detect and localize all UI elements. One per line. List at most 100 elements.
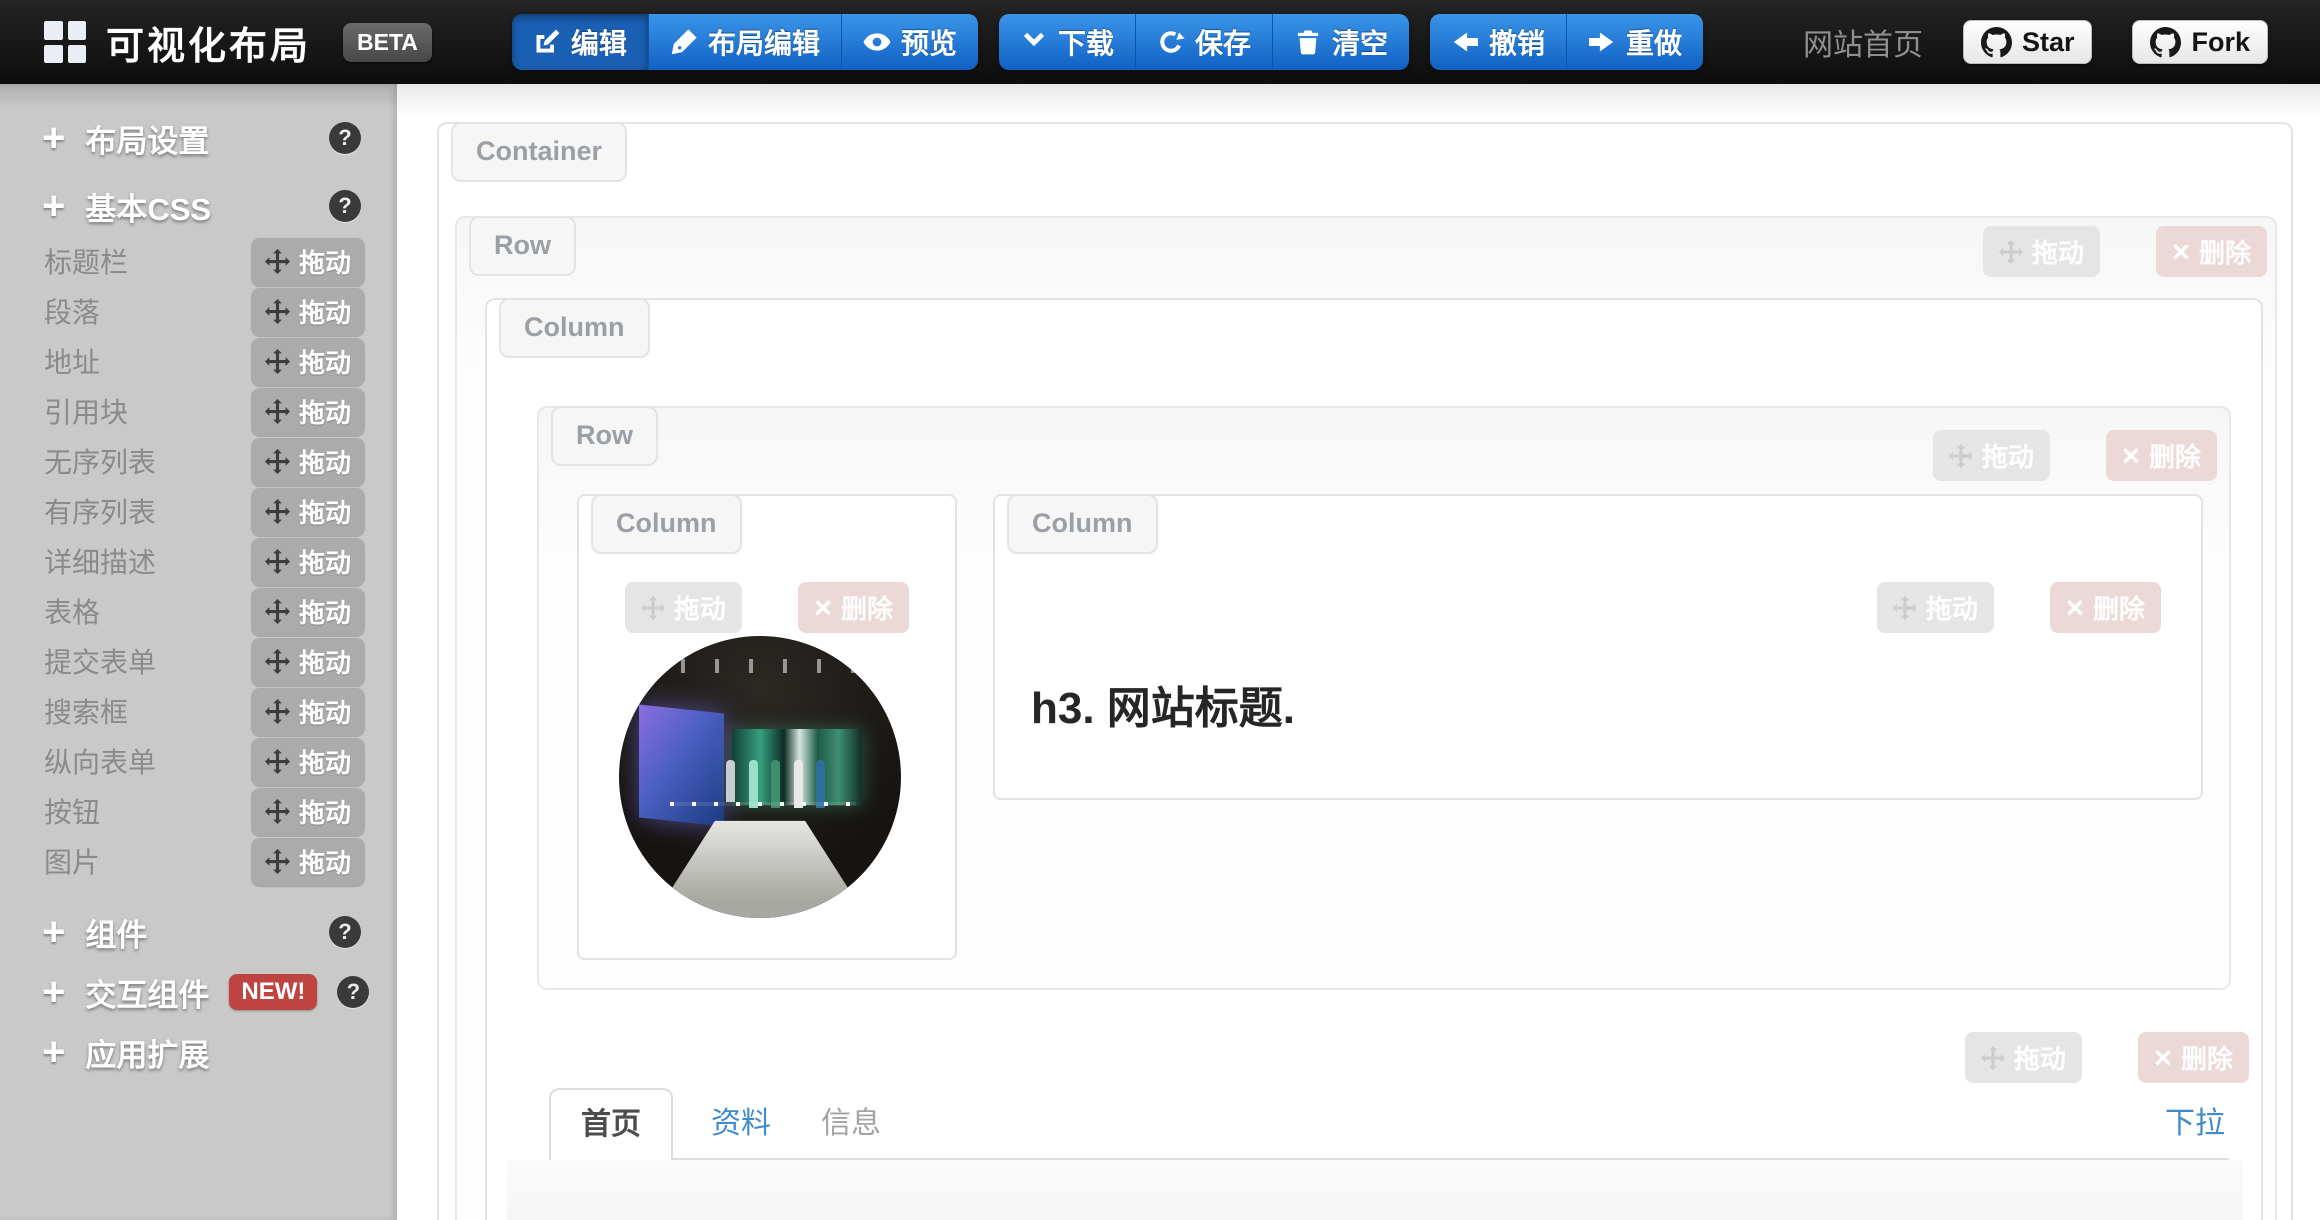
row-label: Row [551,406,658,466]
save-button-label: 保存 [1195,22,1251,62]
drag-handle-button[interactable]: 拖动 [251,337,365,386]
move-icon [265,249,290,274]
drag-handle-button[interactable]: 拖动 [251,487,365,536]
sidebar-item-unordered-list: 无序列表 拖动 [0,436,397,486]
drag-handle-button[interactable]: 拖动 [251,837,365,886]
trash-icon [1294,28,1322,56]
drag-handle-button[interactable]: 拖动 [251,737,365,786]
site-home-link[interactable]: 网站首页 [1803,20,1923,64]
download-button[interactable]: 下载 [999,14,1136,70]
drag-handle-button[interactable]: 拖动 [251,637,365,686]
arrow-right-icon [1588,28,1616,56]
move-icon [265,549,290,574]
help-icon[interactable]: ? [329,916,361,948]
delete-button[interactable]: ×删除 [798,582,909,633]
drag-button[interactable]: 拖动 [625,582,742,633]
preview-button-label: 预览 [901,22,957,62]
sidebar-item-ordered-list: 有序列表 拖动 [0,486,397,536]
sidebar-section-app-extensions[interactable]: + 应用扩展 [0,1022,397,1082]
github-star-button[interactable]: Star [1963,20,2093,64]
move-icon [265,299,290,324]
pen-icon [670,28,698,56]
sidebar-section-components[interactable]: + 组件 ? [0,902,397,962]
row-actions: 拖动 ×删除 [1983,226,2267,277]
sidebar-section-interactive-components[interactable]: + 交互组件 NEW! ? [0,962,397,1022]
help-icon[interactable]: ? [337,976,369,1008]
app-title: 可视化布局 [106,15,311,70]
section-label: 交互组件 [85,970,209,1015]
sidebar: + 布局设置 ? + 基本CSS ? 标题栏 拖动 段落 拖动 地址 拖动 引用… [0,84,397,1220]
layout-edit-button[interactable]: 布局编辑 [649,14,842,70]
redo-button[interactable]: 重做 [1567,14,1703,70]
save-button[interactable]: 保存 [1136,14,1273,70]
brand: 可视化布局 BETA [0,15,432,70]
drag-handle-button[interactable]: 拖动 [251,437,365,486]
help-icon[interactable]: ? [329,122,361,154]
site-title-heading: h3. 网站标题. [1031,672,1295,736]
right-column-block: Column 拖动 ×删除 h3. 网站标题. [993,494,2203,800]
delete-button[interactable]: ×删除 [2106,430,2217,481]
clear-button[interactable]: 清空 [1273,14,1409,70]
sidebar-section-basic-css[interactable]: + 基本CSS ? [0,176,397,236]
outer-row-block: Row 拖动 ×删除 Column Row 拖动 ×删除 Column 拖 [455,216,2277,1220]
section-label: 基本CSS [85,184,211,229]
move-icon [1949,444,1973,468]
eye-icon [863,28,891,56]
delete-button[interactable]: ×删除 [2138,1032,2249,1083]
plus-icon: + [42,912,65,952]
delete-button[interactable]: ×删除 [2156,226,2267,277]
move-icon [265,599,290,624]
edit-button[interactable]: 编辑 [512,14,649,70]
sidebar-item-description-list: 详细描述 拖动 [0,536,397,586]
circle-image [619,636,901,918]
github-fork-label: Fork [2191,27,2250,58]
x-icon: × [2154,1042,2172,1073]
plus-icon: + [42,118,65,158]
widget-actions: 拖动 ×删除 [1877,582,2161,633]
sidebar-section-layout-settings[interactable]: + 布局设置 ? [0,108,397,168]
preview-button[interactable]: 预览 [842,14,978,70]
drag-handle-button[interactable]: 拖动 [251,287,365,336]
sidebar-item-image: 图片 拖动 [0,836,397,886]
topbar: 可视化布局 BETA 编辑 布局编辑 预览 下载 保存 [0,0,2320,84]
move-icon [265,449,290,474]
tab-home[interactable]: 首页 [549,1088,673,1160]
drag-button[interactable]: 拖动 [1983,226,2100,277]
drag-button[interactable]: 拖动 [1877,582,1994,633]
sidebar-item-label: 引用块 [44,391,128,431]
drag-handle-button[interactable]: 拖动 [251,587,365,636]
drag-handle-button[interactable]: 拖动 [251,687,365,736]
drag-handle-button[interactable]: 拖动 [251,537,365,586]
section-label: 应用扩展 [85,1030,209,1075]
section-label: 布局设置 [85,116,209,161]
edit-button-label: 编辑 [571,22,627,62]
drag-handle-button[interactable]: 拖动 [251,387,365,436]
drag-handle-button[interactable]: 拖动 [251,787,365,836]
sidebar-item-label: 按钮 [44,791,100,831]
sidebar-item-vertical-form: 纵向表单 拖动 [0,736,397,786]
delete-button[interactable]: ×删除 [2050,582,2161,633]
layout-edit-button-label: 布局编辑 [708,22,820,62]
beta-badge: BETA [343,23,432,62]
x-icon: × [2066,592,2084,623]
x-icon: × [814,592,832,623]
row-label: Row [469,216,576,276]
sidebar-item-paragraph: 段落 拖动 [0,286,397,336]
tab-info: 信息 [821,1090,881,1158]
undo-button[interactable]: 撤销 [1430,14,1567,70]
drag-handle-button[interactable]: 拖动 [251,237,365,286]
tab-pane [507,1160,2243,1220]
github-fork-button[interactable]: Fork [2132,20,2268,64]
tab-dropdown[interactable]: 下拉 [2165,1090,2225,1158]
sidebar-item-label: 搜索框 [44,691,128,731]
drag-button[interactable]: 拖动 [1933,430,2050,481]
column-label: Column [1007,494,1158,554]
section-label: 组件 [85,910,147,955]
help-icon[interactable]: ? [329,190,361,222]
drag-button[interactable]: 拖动 [1965,1032,2082,1083]
move-icon [265,699,290,724]
tab-profile[interactable]: 资料 [711,1090,771,1158]
move-icon [265,849,290,874]
plus-icon: + [42,186,65,226]
sidebar-item-address: 地址 拖动 [0,336,397,386]
